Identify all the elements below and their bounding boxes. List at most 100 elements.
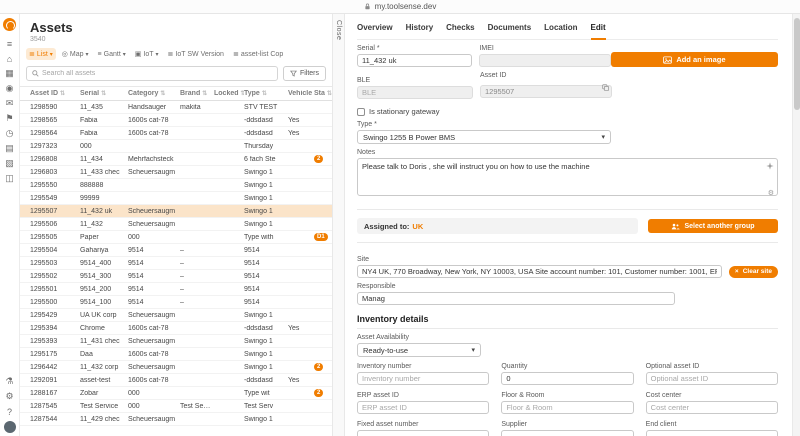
assigned-group-link[interactable]: UK <box>412 222 423 231</box>
help-icon[interactable]: ? <box>2 404 18 419</box>
column-header-asset-id[interactable]: Asset ID ⇅ <box>30 90 80 97</box>
boards-icon[interactable]: ◫ <box>2 171 18 186</box>
table-row[interactable]: 1296808 11_434 Mehrfachsteck 6 fach Ste 2 <box>20 153 332 166</box>
tab-checks[interactable]: Checks <box>446 23 474 40</box>
optional-asset-id-input[interactable] <box>645 372 778 385</box>
responsible-input[interactable] <box>357 292 675 305</box>
table-row[interactable]: 1295175 Daa 1600s cat-78 Swingo 1 <box>20 348 332 361</box>
ai-assist-icon[interactable] <box>766 162 774 170</box>
table-row[interactable]: 1295504 Gahariya 9514 – 9514 <box>20 244 332 257</box>
column-header-type[interactable]: Type ⇅ <box>244 90 288 97</box>
menu-icon[interactable]: ≡ <box>2 36 18 51</box>
table-row[interactable]: 1298564 Fabia 1600s cat-78 -ddsdasd Yes <box>20 127 332 140</box>
cell-category: Scheuersaugm <box>128 168 176 176</box>
flags-icon[interactable]: ⚑ <box>2 111 18 126</box>
table-row[interactable]: 1292091 asset-test 1600s cat-78 -ddsdasd Yes <box>20 374 332 387</box>
column-header-sta[interactable]: Sta ⇅ <box>314 90 332 97</box>
stationary-gateway-checkbox[interactable] <box>357 107 365 116</box>
table-row[interactable]: 1295502 9514_300 9514 – 9514 <box>20 270 332 283</box>
user-avatar[interactable] <box>3 421 16 433</box>
tab-history[interactable]: History <box>406 23 434 40</box>
table-row[interactable]: 1295550 888888 Swingo 1 <box>20 179 332 192</box>
cell-category: 1600s cat-78 <box>128 129 169 137</box>
view-tab-iot-sw-version[interactable]: ≣ IoT SW Version <box>165 48 227 60</box>
cell-category: Scheuersaugm <box>128 415 176 423</box>
column-header-brand[interactable]: Brand ⇅ <box>180 90 214 97</box>
scrollbar-thumb[interactable] <box>794 18 800 110</box>
view-tab-asset-list-cop[interactable]: ≣ asset-list Cop <box>230 48 286 60</box>
cell-category: 000 <box>128 389 140 397</box>
messages-icon[interactable]: ✉ <box>2 96 18 111</box>
view-tab-gantt[interactable]: ≡ Gantt ▾ <box>95 49 129 60</box>
cost-center-input[interactable] <box>645 401 778 414</box>
floor-room-input[interactable] <box>501 401 634 414</box>
column-header-serial[interactable]: Serial ⇅ <box>80 90 128 97</box>
site-input[interactable] <box>357 265 722 278</box>
supplier-input[interactable] <box>501 430 634 436</box>
table-row[interactable]: 1296803 11_433 chec Scheuersaugm Swingo 1 <box>20 166 332 179</box>
url-text[interactable]: my.toolsense.dev <box>375 2 437 11</box>
home-icon[interactable]: ⌂ <box>2 51 18 66</box>
table-row[interactable]: 1295394 Chrome 1600s cat-78 -ddsdasd Yes <box>20 322 332 335</box>
asset-id-input[interactable] <box>480 85 612 98</box>
tab-documents[interactable]: Documents <box>488 23 532 40</box>
select-group-button[interactable]: Select another group <box>648 219 778 233</box>
column-header-vehicle[interactable]: Vehicle⇅ <box>288 90 314 97</box>
copy-icon[interactable] <box>602 84 609 91</box>
view-switcher: ≣ List ▾ ◎ Map ▾ ≡ Gantt ▾ ▣ IoT ▾ ≣ IoT SW Version ≣ a… <box>20 43 332 63</box>
table-row[interactable]: 1297323 000 Thursday <box>20 140 332 153</box>
tab-overview[interactable]: Overview <box>357 23 393 40</box>
tab-location[interactable]: Location <box>544 23 577 40</box>
table-row[interactable]: 1287544 11_429 chec Scheuersaugm Swingo 1 <box>20 413 332 426</box>
settings-icon[interactable]: ⚙ <box>2 389 18 404</box>
table-row[interactable]: 1295507 11_432 uk Scheuersaugm Swingo 1 <box>20 205 332 218</box>
serial-input[interactable] <box>357 54 473 67</box>
table-row[interactable]: 1296442 11_432 corp Scheuersaugm Swingo 1 2 <box>20 361 332 374</box>
column-header-locked[interactable]: Locked ⇅ <box>214 90 244 97</box>
close-panel-tab[interactable]: Close <box>332 14 345 436</box>
cell-type: -ddsdasd <box>244 324 273 332</box>
view-tab-list[interactable]: ≣ List ▾ <box>26 48 56 60</box>
view-tab-map[interactable]: ◎ Map ▾ <box>59 48 92 60</box>
gear-icon[interactable]: ⚙ <box>768 190 774 197</box>
labs-icon[interactable]: ⚗ <box>2 374 18 389</box>
map-icon[interactable]: ◉ <box>2 81 18 96</box>
table-row[interactable]: 1295503 9514_400 9514 – 9514 <box>20 257 332 270</box>
clear-site-button[interactable]: × Clear site <box>728 265 778 278</box>
detail-scrollbar[interactable] <box>792 14 800 436</box>
quantity-input[interactable] <box>501 372 634 385</box>
availability-select[interactable]: Ready-to-use ▾ <box>357 343 481 357</box>
tab-edit[interactable]: Edit <box>590 23 606 40</box>
history-icon[interactable]: ◷ <box>2 126 18 141</box>
imei-input[interactable] <box>479 54 611 67</box>
table-row[interactable]: 1298590 11_435 Handsauger makita STV TEST <box>20 101 332 114</box>
view-tab-iot[interactable]: ▣ IoT ▾ <box>132 48 162 60</box>
table-row[interactable]: 1298565 Fabia 1600s cat-78 -ddsdasd Yes <box>20 114 332 127</box>
group-icon <box>672 223 681 229</box>
table-row[interactable]: 1288167 Zobar 000 Type wit 2 <box>20 387 332 400</box>
reports-icon[interactable]: ▤ <box>2 141 18 156</box>
filters-button[interactable]: Filters <box>282 66 326 81</box>
fixed-asset-number-input[interactable] <box>357 430 490 436</box>
inventory-number-input[interactable] <box>357 372 490 385</box>
erp-asset-id-input[interactable] <box>357 401 490 414</box>
table-row[interactable]: 1295549 99999 Swingo 1 <box>20 192 332 205</box>
column-header-category[interactable]: Category ⇅ <box>128 90 180 97</box>
table-row[interactable]: 1295429 UA UK corp Scheuersaugm Swingo 1 <box>20 309 332 322</box>
toolsense-logo[interactable] <box>3 18 16 31</box>
table-row[interactable]: 1295393 11_431 chec Scheuersaugm Swingo 1 <box>20 335 332 348</box>
search-box[interactable] <box>26 66 278 81</box>
ble-input[interactable] <box>357 86 473 99</box>
table-row[interactable]: 1295506 11_432 Scheuersaugm Swingo 1 <box>20 218 332 231</box>
table-row[interactable]: 1295505 Paper 000 Type with D1 <box>20 231 332 244</box>
search-input[interactable] <box>42 70 272 77</box>
assets-icon[interactable]: ▦ <box>2 66 18 81</box>
end-client-input[interactable] <box>645 430 778 436</box>
table-row[interactable]: 1295501 9514_200 9514 – 9514 <box>20 283 332 296</box>
type-select[interactable]: Swingo 1255 B Power BMS ▾ <box>357 130 611 144</box>
analytics-icon[interactable]: ▧ <box>2 156 18 171</box>
add-image-button[interactable]: Add an image <box>610 52 778 67</box>
table-row[interactable]: 1295500 9514_100 9514 – 9514 <box>20 296 332 309</box>
table-row[interactable]: 1287545 Test Service 000 Test Servic Test Se… <box>20 400 332 413</box>
notes-textarea[interactable]: Please talk to Doris , she will instruct… <box>357 158 778 196</box>
